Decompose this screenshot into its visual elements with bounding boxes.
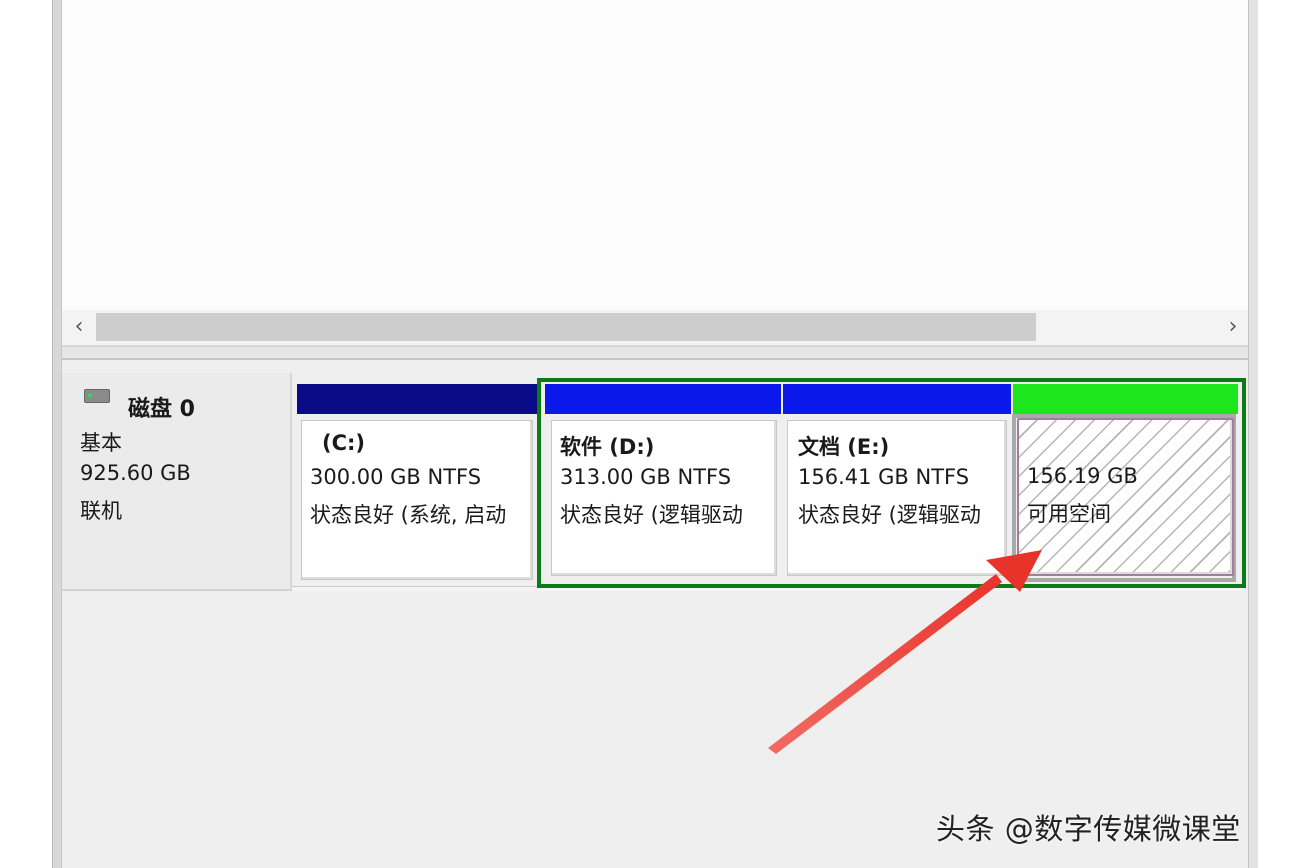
scrollbar-thumb[interactable]	[96, 313, 1036, 341]
disk-title: 磁盘 0	[128, 397, 195, 422]
partition-e-stripe	[783, 384, 1011, 414]
volume-list-pane[interactable]	[62, 0, 1248, 310]
partition-status: 状态良好 (系统, 启动	[310, 503, 507, 527]
partition-label: 文档 (E:)	[798, 435, 890, 459]
free-space-stripe	[1013, 384, 1238, 414]
partition-e-body[interactable]: 文档 (E:) 156.41 GB NTFS 状态良好 (逻辑驱动	[787, 420, 1007, 576]
partition-c-body[interactable]: (C:) 300.00 GB NTFS 状态良好 (系统, 启动	[301, 420, 533, 580]
partition-d-body[interactable]: 软件 (D:) 313.00 GB NTFS 状态良好 (逻辑驱动	[551, 420, 777, 576]
partition-size: 313.00 GB NTFS	[560, 465, 732, 489]
horizontal-scrollbar[interactable]: ‹ ›	[62, 310, 1248, 346]
partition-c-stripe	[297, 384, 537, 414]
watermark-text: 头条 @数字传媒微课堂	[936, 812, 1241, 846]
partition-size: 156.41 GB NTFS	[798, 465, 970, 489]
partition-label: 软件 (D:)	[560, 435, 655, 459]
partition-d[interactable]: 软件 (D:) 313.00 GB NTFS 状态良好 (逻辑驱动	[545, 384, 781, 580]
disk-type: 基本	[80, 431, 122, 455]
window-border-left	[52, 0, 62, 868]
disk-0-label[interactable]: 磁盘 0 基本 925.60 GB 联机	[62, 373, 292, 591]
window-border-right	[1248, 0, 1258, 868]
partition-status: 状态良好 (逻辑驱动	[798, 503, 981, 527]
free-space-selection-frame	[1012, 414, 1236, 582]
disk-size: 925.60 GB	[80, 461, 191, 485]
partition-size: 300.00 GB NTFS	[310, 465, 482, 489]
disk-drive-icon	[84, 389, 110, 403]
disk-status: 联机	[80, 499, 122, 523]
partition-status: 状态良好 (逻辑驱动	[560, 503, 743, 527]
outer-margin-left	[0, 0, 52, 868]
pane-splitter[interactable]	[62, 346, 1248, 360]
partition-e[interactable]: 文档 (E:) 156.41 GB NTFS 状态良好 (逻辑驱动	[783, 384, 1011, 580]
outer-margin-right	[1258, 0, 1302, 868]
partition-label: (C:)	[322, 431, 366, 455]
partition-c[interactable]: (C:) 300.00 GB NTFS 状态良好 (系统, 启动	[297, 384, 537, 584]
partition-d-stripe	[545, 384, 781, 414]
scroll-left-icon[interactable]: ‹	[68, 316, 90, 339]
scroll-right-icon[interactable]: ›	[1222, 316, 1244, 339]
